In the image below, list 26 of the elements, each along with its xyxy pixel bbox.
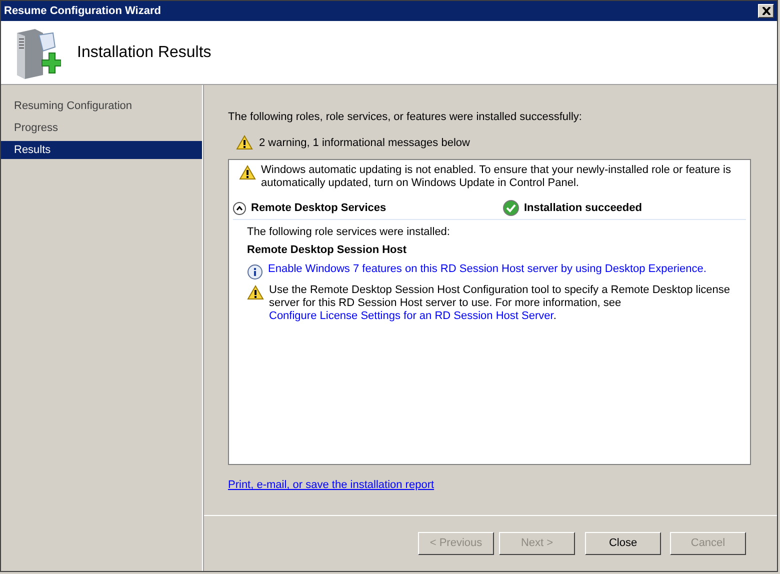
warning-icon (239, 165, 256, 180)
window-title: Resume Configuration Wizard (4, 4, 161, 19)
close-button[interactable] (758, 4, 774, 18)
info-icon (247, 264, 263, 280)
collapse-button[interactable] (233, 202, 246, 215)
wizard-button[interactable]: Close (585, 532, 661, 555)
warning-icon (247, 284, 264, 300)
installed-label: The following role services were installed: (247, 224, 451, 240)
nav-item[interactable]: Progress (1, 119, 202, 137)
check-icon (503, 200, 519, 216)
chevron-up-icon (236, 206, 243, 211)
message-text: Windows automatic updating is not enabled. To ensure that your newly-installed role or feature is automatically updated, turn on Windows Update in Control Panel. (261, 164, 732, 190)
status-text: Installation succeeded (524, 201, 642, 216)
service-name: Remote Desktop Session Host (247, 243, 408, 258)
nav-item[interactable]: Results (1, 141, 202, 159)
nav-item[interactable]: Resuming Configuration (1, 97, 202, 115)
role-name: Remote Desktop Services (251, 201, 388, 216)
summary-text: 2 warning, 1 informational messages below (259, 136, 470, 150)
warning-icon (236, 135, 253, 150)
close-icon (762, 7, 770, 15)
report-link[interactable]: Print, e-mail, or save the installation report (228, 477, 434, 494)
message-text: Use the Remote Desktop Session Host Configuration tool to specify a Remote Desktop license server for this RD Session Host server to use. For more information, see Configure License Settings for an RD Session Host Server. (269, 284, 732, 322)
help-link[interactable]: Enable Windows 7 features on this RD Session Host server by using Desktop Experience. (268, 262, 706, 274)
page-title: Installation Results (77, 42, 212, 62)
help-link[interactable]: Configure License Settings for an RD Session Host Server (269, 310, 554, 322)
intro-text: The following roles, role services, or features were installed successfully: (228, 110, 583, 125)
